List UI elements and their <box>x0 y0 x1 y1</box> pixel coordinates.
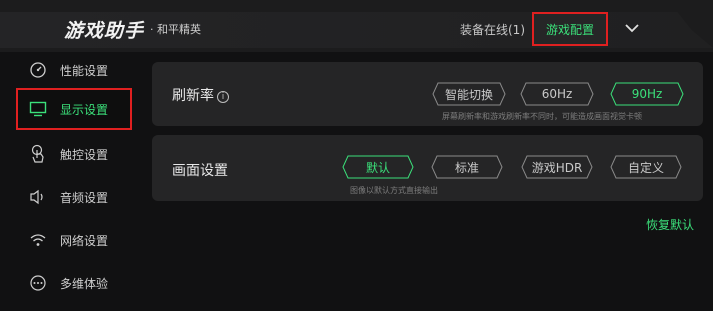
refresh-rate-panel: 刷新率 i 智能切换 60Hz 90Hz 屏幕刷新率和游戏刷新率不同时，可能造成画… <box>152 62 703 126</box>
sidebar-item-label: 网络设置 <box>60 233 109 248</box>
refresh-rate-title: 刷新率 i <box>172 85 229 105</box>
sidebar-item-display[interactable]: 显示设置 <box>16 88 132 130</box>
sidebar-item-touch[interactable]: 触控设置 <box>18 136 130 172</box>
option-label: 标准 <box>454 160 479 175</box>
option-label: 自定义 <box>627 160 664 175</box>
wifi-icon <box>28 230 48 250</box>
option-label: 智能切换 <box>444 87 493 102</box>
touch-hand-icon <box>28 144 48 164</box>
refresh-rate-title-text: 刷新率 <box>172 88 214 104</box>
sidebar-item-multidimensional[interactable]: 多维体验 <box>18 265 130 301</box>
chevron-down-icon[interactable] <box>622 20 642 36</box>
app-title: 游戏助手 <box>64 20 145 42</box>
quality-option-hdr[interactable]: 游戏HDR <box>521 155 593 179</box>
option-label: 默认 <box>365 160 390 175</box>
sidebar-item-label: 触控设置 <box>60 147 109 162</box>
sidebar-item-label: 性能设置 <box>60 63 109 78</box>
picture-settings-hint: 图像以默认方式直接输出 <box>350 186 438 195</box>
sidebar-item-label: 显示设置 <box>60 102 109 117</box>
sidebar-item-network[interactable]: 网络设置 <box>18 222 130 258</box>
app-window: 游戏助手 · 和平精英 装备在线(1) 游戏配置 性能设置 显示设置 触控设置 <box>0 0 713 311</box>
info-icon[interactable]: i <box>217 91 229 103</box>
quality-option-default[interactable]: 默认 <box>342 155 414 179</box>
option-label: 60Hz <box>541 87 573 101</box>
header: 游戏助手 · 和平精英 装备在线(1) 游戏配置 <box>0 0 713 52</box>
restore-default-button[interactable]: 恢复默认 <box>646 216 694 233</box>
speedometer-icon <box>28 60 48 80</box>
monitor-icon <box>28 99 48 119</box>
more-dots-icon <box>28 273 48 293</box>
quality-option-custom[interactable]: 自定义 <box>610 155 682 179</box>
picture-settings-panel: 画面设置 默认 标准 游戏HDR 自定义 图像以默认方式直接输出 <box>152 135 703 201</box>
option-label: 游戏HDR <box>531 160 583 175</box>
refresh-rate-hint: 屏幕刷新率和游戏刷新率不同时，可能造成画面视觉卡顿 <box>442 112 642 121</box>
refresh-option-90hz[interactable]: 90Hz <box>610 82 684 106</box>
game-name: · 和平精英 <box>150 23 201 36</box>
sidebar-item-label: 音频设置 <box>60 190 109 205</box>
sidebar-item-performance[interactable]: 性能设置 <box>18 52 130 88</box>
refresh-option-smart[interactable]: 智能切换 <box>432 82 506 106</box>
sidebar-item-label: 多维体验 <box>60 276 109 291</box>
game-config-tab[interactable]: 游戏配置 <box>532 12 608 46</box>
sidebar-item-audio[interactable]: 音频设置 <box>18 179 130 215</box>
sidebar: 性能设置 显示设置 触控设置 音频设置 网络设置 多维体验 <box>0 52 140 311</box>
option-label: 90Hz <box>631 87 663 101</box>
equipment-online-tab[interactable]: 装备在线(1) <box>460 21 525 38</box>
quality-option-standard[interactable]: 标准 <box>431 155 503 179</box>
refresh-option-60hz[interactable]: 60Hz <box>520 82 594 106</box>
picture-settings-title: 画面设置 <box>172 163 228 179</box>
speaker-icon <box>28 187 48 207</box>
